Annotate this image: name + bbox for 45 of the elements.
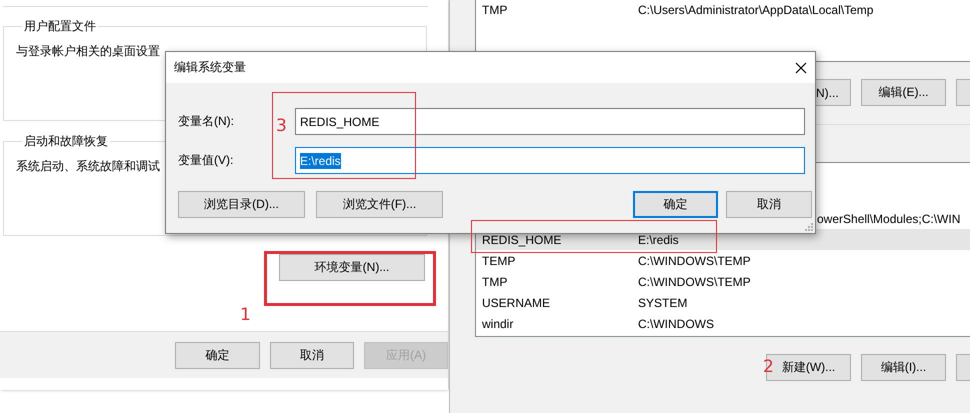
dialog-button[interactable]: 编辑(I)... — [861, 354, 946, 381]
list-row[interactable]: TEMP C:\WINDOWS\TEMP — [476, 250, 970, 271]
list-row[interactable]: USERNAME SYSTEM — [476, 292, 970, 313]
dialog-title: 编辑系统变量 — [174, 59, 246, 76]
group-title: 用户配置文件 — [23, 18, 97, 35]
dialog-button[interactable]: N)... — [816, 79, 851, 106]
field-label: 变量值(V): — [178, 153, 234, 167]
partial-button[interactable] — [956, 354, 970, 381]
annotation-number: 2 — [763, 359, 774, 376]
variable-value: owerShell\Modules;C:\WIN — [817, 212, 960, 226]
variable-value: SYSTEM — [638, 296, 688, 310]
environment-variables-button[interactable]: 环境变量(N)... — [279, 254, 425, 281]
variable-value: C:\Users\Administrator\AppData\Local\Temp — [638, 2, 874, 16]
variable-value: C:\WINDOWS\TEMP — [638, 254, 751, 268]
field-label: 变量名(N): — [178, 114, 234, 128]
list-row[interactable]: windir C:\WINDOWS — [476, 313, 970, 334]
group-description: 与登录帐户相关的桌面设置 — [16, 43, 160, 60]
variable-value: C:\WINDOWS\TEMP — [638, 274, 751, 288]
dialog-button[interactable]: 浏览文件(F)... — [316, 191, 443, 218]
close-icon[interactable] — [795, 62, 807, 74]
variable-name: windir — [481, 316, 514, 330]
dialog-button[interactable]: 浏览目录(D)... — [178, 191, 305, 218]
dialog-button[interactable]: 取消 — [270, 342, 354, 369]
input-field[interactable]: REDIS_HOME — [295, 108, 805, 135]
input-field[interactable]: E:\redis — [295, 147, 805, 174]
list-row[interactable]: TMP C:\WINDOWS\TEMP — [476, 271, 970, 292]
list-row[interactable]: TMP C:\Users\Administrator\AppData\Local\Temp — [476, 0, 970, 20]
variable-name: USERNAME — [481, 296, 552, 310]
variable-name: TMP — [481, 274, 508, 288]
dialog-button[interactable]: 确定 — [633, 191, 718, 218]
dialog-button[interactable]: 取消 — [726, 191, 812, 218]
annotation-number: 1 — [240, 307, 251, 324]
group-title: 启动和故障恢复 — [23, 133, 109, 150]
resize-grip-icon[interactable] — [804, 222, 813, 231]
annotation-number: 3 — [276, 118, 287, 135]
variable-value: C:\WINDOWS — [638, 316, 714, 330]
group-description: 系统启动、系统故障和调试 — [16, 158, 160, 175]
variable-name: TMP — [481, 2, 508, 16]
dialog-button[interactable]: 确定 — [175, 342, 260, 369]
variable-name: REDIS_HOME — [481, 232, 562, 246]
list-row[interactable]: owerShell\Modules;C:\WIN — [817, 208, 970, 229]
variable-name: TEMP — [481, 254, 516, 268]
dialog-button[interactable]: 编辑(E)... — [861, 79, 946, 106]
partial-button[interactable] — [956, 79, 970, 106]
variable-value: E:\redis — [638, 232, 679, 246]
